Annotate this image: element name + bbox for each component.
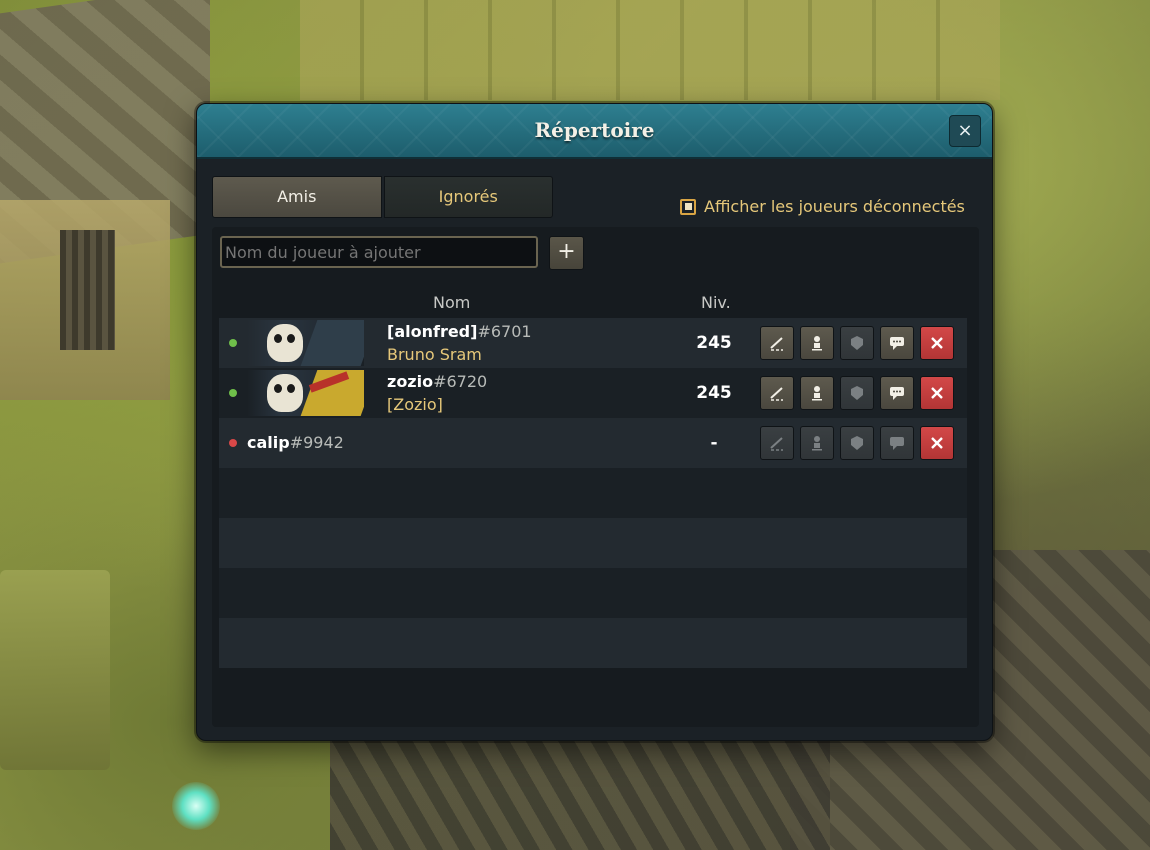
empty-row [219, 468, 967, 518]
cobblestone-roof [330, 740, 830, 850]
remove-icon [931, 387, 943, 399]
portrait-eye [274, 334, 282, 343]
online-status-icon [229, 389, 237, 397]
account-name: zozio [387, 372, 434, 391]
portrait-eye [274, 384, 282, 393]
chat-button[interactable] [880, 426, 914, 460]
friend-row[interactable]: [alonfred]#6701 Bruno Sram 245 [219, 318, 967, 368]
chat-icon [890, 437, 904, 450]
online-status-icon [229, 339, 237, 347]
invite-icon [770, 337, 783, 351]
invite-icon [770, 387, 783, 401]
friend-actions [760, 426, 960, 460]
remove-icon [931, 437, 943, 449]
remove-friend-button[interactable] [920, 426, 954, 460]
stone-pillar [0, 570, 110, 770]
invite-button[interactable] [760, 376, 794, 410]
friend-account-name: zozio#6720 [387, 372, 487, 391]
guild-button[interactable] [840, 426, 874, 460]
invite-icon [770, 437, 783, 451]
chat-button[interactable] [880, 376, 914, 410]
friend-character-name: [Zozio] [387, 395, 443, 414]
account-name: calip [247, 433, 290, 452]
friend-account-name: [alonfred]#6701 [387, 322, 532, 341]
portrait-eye [287, 334, 295, 343]
friends-panel: + Nom Niv. [alonfred]#6701 Bruno Sram 24… [212, 227, 979, 727]
column-header-name[interactable]: Nom [433, 293, 470, 312]
show-offline-label: Afficher les joueurs déconnectés [704, 197, 965, 216]
invite-button[interactable] [760, 426, 794, 460]
join-button[interactable] [800, 376, 834, 410]
close-button[interactable]: × [949, 115, 981, 147]
checkbox-check-mark [684, 203, 692, 210]
show-offline-checkbox[interactable] [680, 198, 696, 215]
house-door [60, 230, 115, 350]
show-offline-toggle[interactable]: Afficher les joueurs déconnectés [680, 197, 965, 216]
column-header-level[interactable]: Niv. [701, 293, 731, 312]
empty-row [219, 518, 967, 568]
guild-button[interactable] [840, 326, 874, 360]
offline-status-icon [229, 439, 237, 447]
remove-icon [931, 337, 943, 349]
add-player-button[interactable]: + [549, 236, 584, 270]
join-button[interactable] [800, 326, 834, 360]
chat-icon [890, 387, 904, 400]
join-icon [812, 436, 822, 451]
empty-row [219, 568, 967, 618]
skull-icon [267, 324, 303, 362]
character-portrait [247, 370, 364, 416]
join-icon [812, 336, 822, 351]
friend-actions [760, 376, 960, 410]
glowing-skull-spirit [172, 782, 220, 830]
friend-row[interactable]: calip#9942 - [219, 418, 967, 468]
account-tag: #9942 [289, 433, 344, 452]
friends-list: [alonfred]#6701 Bruno Sram 245 zozio#672… [219, 318, 967, 668]
empty-row [219, 618, 967, 668]
character-portrait [247, 320, 364, 366]
friend-character-name: Bruno Sram [387, 345, 482, 364]
invite-button[interactable] [760, 326, 794, 360]
tab-ignored[interactable]: Ignorés [383, 176, 553, 218]
account-tag: #6720 [433, 372, 488, 391]
window-titlebar[interactable]: Répertoire × [197, 104, 992, 159]
guild-icon [851, 336, 863, 350]
friend-account-name: calip#9942 [247, 433, 344, 452]
friend-level: - [710, 433, 718, 453]
account-name: [alonfred] [387, 322, 478, 341]
friend-level: 245 [696, 383, 732, 403]
portrait-eye [287, 384, 295, 393]
add-player-input[interactable] [220, 236, 538, 268]
account-tag: #6701 [477, 322, 532, 341]
skull-icon [267, 374, 303, 412]
remove-friend-button[interactable] [920, 326, 954, 360]
chat-icon [890, 337, 904, 350]
remove-friend-button[interactable] [920, 376, 954, 410]
guild-icon [851, 436, 863, 450]
friend-row[interactable]: zozio#6720 [Zozio] 245 [219, 368, 967, 418]
stone-wall [300, 0, 1000, 100]
friends-list-window: Répertoire × Amis Ignorés Afficher les j… [196, 103, 993, 741]
portrait-cloak [300, 320, 364, 366]
tab-friends[interactable]: Amis [212, 176, 382, 218]
chat-button[interactable] [880, 326, 914, 360]
join-button[interactable] [800, 426, 834, 460]
window-title: Répertoire [534, 118, 655, 142]
friend-actions [760, 326, 960, 360]
guild-button[interactable] [840, 376, 874, 410]
friend-level: 245 [696, 333, 732, 353]
join-icon [812, 386, 822, 401]
guild-icon [851, 386, 863, 400]
tab-bar: Amis Ignorés [212, 176, 553, 218]
